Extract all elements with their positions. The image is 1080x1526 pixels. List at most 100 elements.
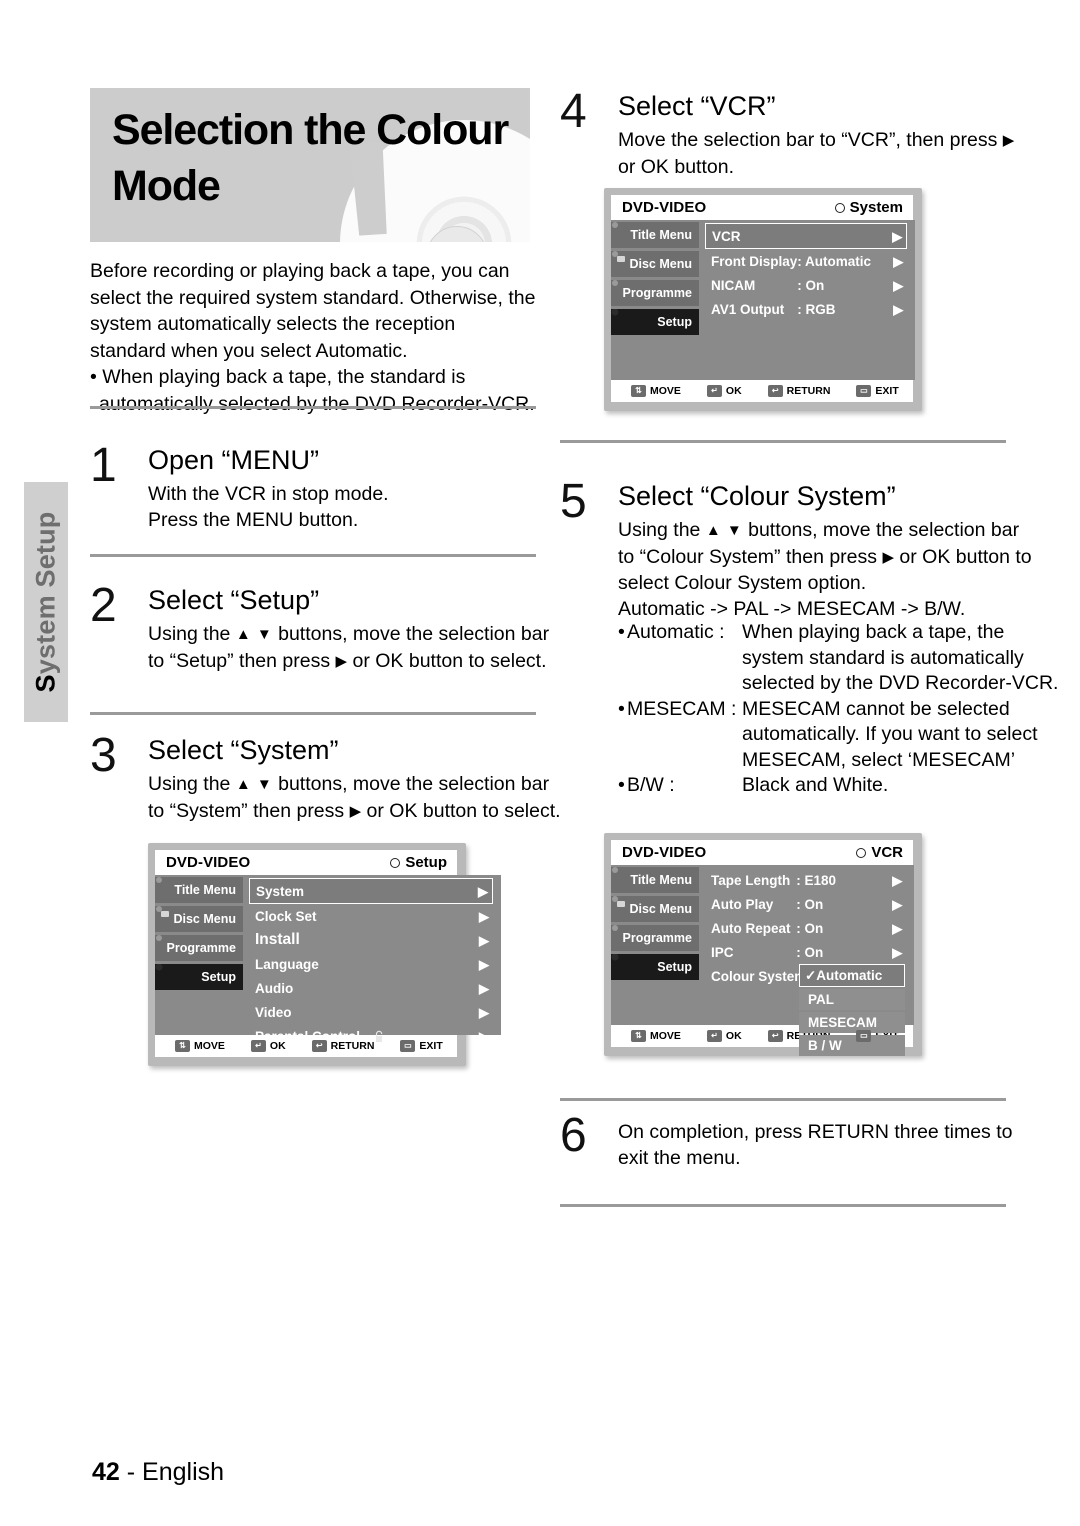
step-2-body: Using the ▲ ▼ buttons, move the selectio… xyxy=(148,622,598,675)
gear-icon xyxy=(615,957,635,977)
osd-menu-row-label: IPC xyxy=(711,944,734,960)
osd-menu-row[interactable]: Parental Control ▶ xyxy=(249,1024,493,1048)
step-1-line2: Press the MENU button. xyxy=(148,508,359,531)
colour-system-dropdown[interactable]: ✓Automatic PAL MESECAM B / W xyxy=(799,964,905,1058)
osd-menu-row[interactable]: Video ▶ xyxy=(249,1000,493,1024)
step-2-line1b: buttons, move the selection bar xyxy=(278,623,550,645)
osd-footer-label: MOVE xyxy=(650,385,681,397)
right-arrow-icon: ▶ xyxy=(893,301,904,317)
osd-menu-row[interactable]: Auto Play: On ▶ xyxy=(705,892,906,916)
step-1-title: Open “MENU” xyxy=(148,445,320,475)
colour-system-option[interactable]: PAL xyxy=(799,989,905,1010)
padlock-icon xyxy=(367,1030,383,1046)
right-arrow-icon: ▶ xyxy=(479,1028,490,1044)
osd-brand: DVD-VIDEO xyxy=(166,854,251,871)
osd-footer-label: OK xyxy=(725,385,742,397)
osd-menu-row-label: Front Display xyxy=(711,253,798,269)
osd-screen-dot-icon xyxy=(390,857,401,868)
osd-sidebar-item-title-menu[interactable]: Title Menu xyxy=(155,877,243,903)
colour-system-option[interactable]: B / W xyxy=(799,1035,905,1056)
gear-icon xyxy=(159,967,179,987)
footer-language: English xyxy=(142,1458,225,1486)
osd-sidebar-label: Programme xyxy=(166,941,236,955)
osd-sidebar-item-setup[interactable]: Setup xyxy=(611,309,699,335)
osd-sidebar: Title Menu Disc Menu Programme Setup xyxy=(155,875,243,1035)
colour-system-option[interactable]: ✓Automatic xyxy=(799,964,905,987)
osd-brand: DVD-VIDEO xyxy=(622,199,707,216)
page-title: Selection the Colour Mode xyxy=(112,102,512,214)
osd-footer-bar: ⇅ MOVE ↵OK ↩RETURN ▭EXIT xyxy=(611,380,913,402)
osd-sidebar-item-disc-menu[interactable]: Disc Menu xyxy=(155,906,243,932)
right-arrow-icon: ▶ xyxy=(479,908,490,924)
page-footer: 42 - English xyxy=(92,1458,224,1487)
osd-menu-row[interactable]: Auto Repeat: On ▶ xyxy=(705,916,906,940)
right-arrow-icon: ▶ xyxy=(349,802,362,820)
step-1-line1: With the VCR in stop mode. xyxy=(148,483,389,505)
osd-menu-row[interactable]: Language ▶ xyxy=(249,952,493,976)
osd-footer-item: ↵ OK xyxy=(706,1030,742,1042)
step-4-number: 4 xyxy=(560,85,587,138)
osd-menu-row[interactable]: AV1 Output: RGB ▶ xyxy=(705,297,907,321)
definition-term: • Automatic : xyxy=(618,621,725,643)
osd-sidebar-item-programme[interactable]: Programme xyxy=(611,280,699,306)
osd-sidebar-item-disc-menu[interactable]: Disc Menu xyxy=(611,251,699,277)
right-arrow-icon: ▶ xyxy=(1002,132,1015,149)
osd-sidebar-label: Title Menu xyxy=(174,883,236,897)
step-3-number: 3 xyxy=(90,729,117,782)
divider xyxy=(560,1204,1006,1207)
section-tab-label: System Setup xyxy=(31,512,62,693)
osd-menu-row-label: System xyxy=(256,883,305,899)
osd-menu-row[interactable]: Audio ▶ xyxy=(249,976,493,1000)
osd-sidebar-label: Disc Menu xyxy=(629,902,692,916)
osd-footer-item: ⇅ MOVE xyxy=(631,1030,681,1042)
osd-menu-row[interactable]: System ▶ xyxy=(249,878,494,904)
osd-sidebar-item-setup[interactable]: Setup xyxy=(155,964,243,990)
osd-menu-row[interactable]: VCR ▶ xyxy=(705,223,908,249)
osd-sidebar-item-disc-menu[interactable]: Disc Menu xyxy=(611,896,699,922)
divider xyxy=(560,440,1006,443)
osd-screen-dot-icon xyxy=(834,202,845,213)
osd-footer-item: ↩RETURN xyxy=(767,385,830,397)
osd-menu-row[interactable]: Front Display: Automatic ▶ xyxy=(705,249,907,273)
step-6-line1: On completion, press RETURN three times … xyxy=(618,1121,1013,1143)
osd-menu-row-label: Tape Length xyxy=(711,872,791,888)
osd-menu-row[interactable]: Clock Set ▶ xyxy=(249,904,493,928)
step-3-line1a: Using the xyxy=(148,773,231,795)
right-arrow-icon: ▶ xyxy=(892,920,903,936)
step-3-line1b: buttons, move the selection bar xyxy=(278,773,550,795)
step-5-line2b: or OK button to xyxy=(899,545,1032,568)
osd-sidebar-item-programme[interactable]: Programme xyxy=(611,925,699,951)
osd-sidebar-item-programme[interactable]: Programme xyxy=(155,935,243,961)
osd-menu-row[interactable]: Tape Length: E180 ▶ xyxy=(705,868,906,892)
step-3-line2a: to “System” then press xyxy=(148,799,345,822)
osd-menu-row[interactable]: Install ▶ xyxy=(249,928,493,952)
osd-menu-row[interactable]: NICAM: On ▶ xyxy=(705,273,907,297)
definition-row: • Automatic : When playing back a tape, th… xyxy=(618,620,1068,697)
updown-arrows-icon: ▲ ▼ xyxy=(235,626,273,643)
right-arrow-icon: ▶ xyxy=(478,883,489,899)
section-tab-rest: ystem Setup xyxy=(30,511,61,675)
step-2-number: 2 xyxy=(90,579,117,632)
colour-system-option[interactable]: MESECAM xyxy=(799,1012,905,1033)
osd-footer-item: ⇅ MOVE xyxy=(175,1040,225,1052)
osd-sidebar-item-title-menu[interactable]: Title Menu xyxy=(611,867,699,893)
osd-screen-title: Setup xyxy=(405,854,447,871)
osd-menu-row[interactable]: IPC: On ▶ xyxy=(705,940,906,964)
step-5-line1a: Using the xyxy=(618,519,701,541)
exit-key-icon: ▭ xyxy=(856,1030,872,1042)
osd-sidebar-label: Setup xyxy=(657,960,692,974)
osd-screen-dot-icon xyxy=(856,847,867,858)
osd-brand: DVD-VIDEO xyxy=(622,844,707,861)
osd-sidebar-item-setup[interactable]: Setup xyxy=(611,954,699,980)
osd-sidebar-item-title-menu[interactable]: Title Menu xyxy=(611,222,699,248)
step-3-body: Using the ▲ ▼ buttons, move the selectio… xyxy=(148,772,598,825)
osd-menu-row-label: AV1 Output xyxy=(711,301,785,317)
osd-sidebar-label: Title Menu xyxy=(630,228,692,242)
osd-footer-item: ▭EXIT xyxy=(856,385,899,397)
osd-sidebar-label: Programme xyxy=(622,931,692,945)
osd-setup-menu: DVD-VIDEO Setup Title Menu Disc Menu Pro… xyxy=(148,843,502,1066)
step-5-line4: Automatic -> PAL -> MESECAM -> B/W. xyxy=(618,597,966,620)
updown-key-icon: ⇅ xyxy=(631,1030,646,1042)
osd-footer-label: MOVE xyxy=(650,1030,681,1042)
definition-term: • MESECAM : xyxy=(618,697,737,720)
